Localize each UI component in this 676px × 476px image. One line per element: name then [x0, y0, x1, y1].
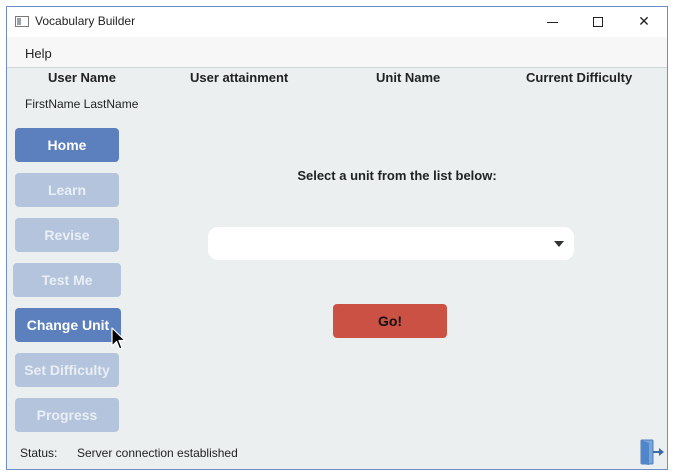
go-button[interactable]: Go! — [333, 304, 447, 338]
header-unit-name: Unit Name — [376, 70, 441, 85]
user-name-value: FirstName LastName — [25, 97, 139, 111]
header-current-difficulty: Current Difficulty — [526, 70, 633, 85]
status-text: Server connection established — [77, 446, 238, 460]
header-user-name: User Name — [48, 70, 116, 85]
test-me-button[interactable]: Test Me — [13, 263, 121, 297]
mouse-cursor-icon — [111, 327, 126, 350]
change-unit-button[interactable]: Change Unit — [15, 308, 121, 342]
unit-select-prompt: Select a unit from the list below: — [297, 168, 497, 183]
status-label: Status: — [20, 446, 58, 460]
menu-bar: Help — [7, 37, 667, 68]
header-user-attainment: User attainment — [190, 70, 289, 85]
maximize-icon — [593, 17, 603, 27]
app-window-icon — [15, 16, 29, 27]
close-button[interactable]: ✕ — [621, 7, 667, 37]
unit-select-dropdown[interactable] — [208, 227, 574, 260]
menu-help[interactable]: Help — [25, 46, 52, 61]
learn-button[interactable]: Learn — [15, 173, 119, 207]
window-title: Vocabulary Builder — [35, 14, 136, 28]
title-bar: Vocabulary Builder ✕ — [7, 7, 667, 37]
close-icon: ✕ — [638, 14, 650, 30]
progress-button[interactable]: Progress — [15, 398, 119, 432]
app-window: Vocabulary Builder ✕ Help User Name User… — [6, 6, 668, 470]
minimize-button[interactable] — [529, 7, 575, 37]
revise-button[interactable]: Revise — [15, 218, 119, 252]
chevron-down-icon — [554, 241, 564, 247]
exit-door-icon[interactable] — [639, 438, 665, 466]
maximize-button[interactable] — [575, 7, 621, 37]
minimize-icon — [546, 21, 558, 23]
set-difficulty-button[interactable]: Set Difficulty — [15, 353, 119, 387]
home-button[interactable]: Home — [15, 128, 119, 162]
